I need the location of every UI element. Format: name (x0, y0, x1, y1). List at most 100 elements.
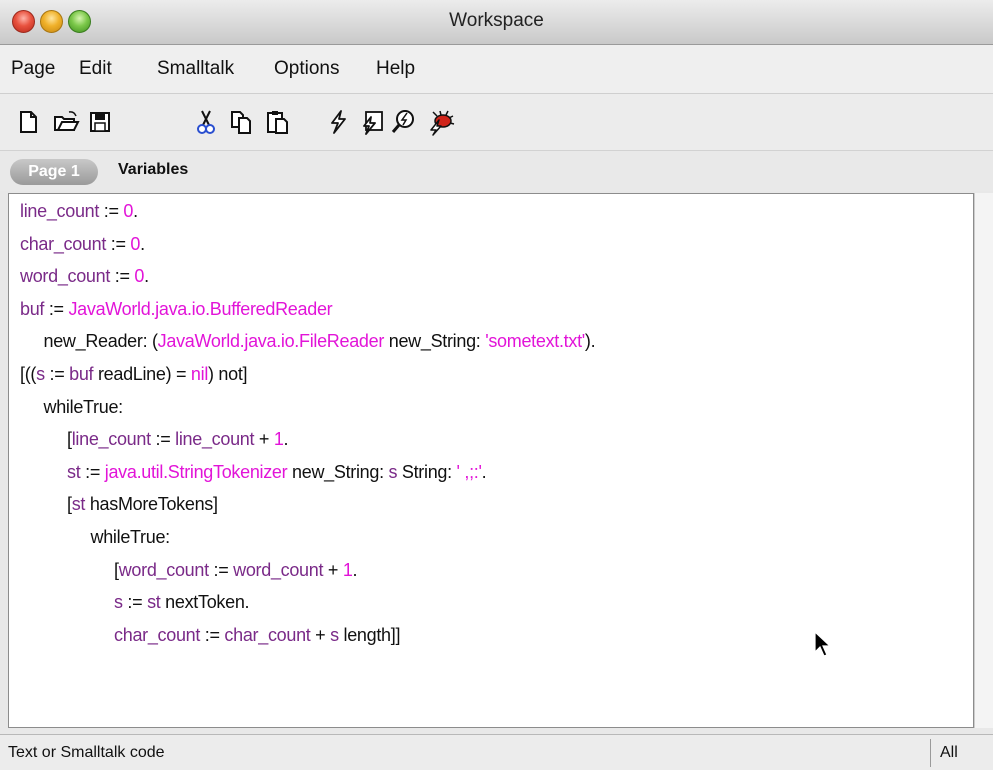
menu-page[interactable]: Page (11, 58, 55, 80)
copy-icon[interactable] (227, 108, 255, 136)
code-token: := (44, 298, 69, 319)
code-token: := (122, 592, 148, 613)
code-line: st := java.util.StringTokenizer new_Stri… (20, 461, 487, 482)
new-page-icon[interactable] (14, 108, 42, 136)
code-line: [st hasMoreTokens] (20, 494, 218, 514)
code-token: char_count (20, 233, 107, 254)
code-token: new_Reader: ( (20, 331, 158, 352)
code-token: s (330, 624, 339, 645)
workspace-window: Workspace Page Edit Smalltalk Options He… (0, 0, 993, 770)
code-line: new_Reader: (JavaWorld.java.io.FileReade… (20, 331, 596, 352)
status-bar: Text or Smalltalk code All (0, 734, 993, 770)
code-token: hasMoreTokens] (85, 494, 218, 515)
code-token: + (323, 559, 343, 580)
debug-it-icon[interactable] (427, 108, 455, 136)
code-token: 0 (123, 201, 134, 221)
code-token: buf (69, 364, 94, 384)
toolbar (0, 94, 993, 151)
mouse-pointer-icon (814, 630, 832, 657)
page-tab-bar: Page 1 Variables (0, 151, 993, 191)
code-token: line_count (71, 429, 151, 450)
window-title: Workspace (449, 10, 544, 31)
vertical-scrollbar[interactable] (974, 193, 993, 728)
title-bar: Workspace (0, 0, 993, 45)
code-token: s (36, 364, 45, 384)
do-it-icon[interactable] (324, 108, 352, 136)
status-mode: All (940, 744, 958, 761)
code-line: whileTrue: (20, 527, 171, 547)
code-token: := (106, 233, 131, 254)
code-token: := (208, 559, 234, 580)
code-token: . (352, 559, 358, 580)
inspect-it-icon[interactable] (390, 108, 418, 136)
code-token: java.util.StringTokenizer (104, 461, 288, 482)
code-line: whileTrue: (20, 396, 124, 417)
code-token: := (150, 429, 176, 450)
menu-options[interactable]: Options (274, 58, 339, 80)
code-token: 0 (130, 233, 141, 254)
code-line: char_count := char_count + s length]] (20, 625, 400, 645)
code-token: 1 (273, 429, 284, 450)
code-token: 0 (134, 266, 145, 287)
code-token: whileTrue: (20, 396, 124, 417)
code-line: [((s := buf readLine) = nil) not] (20, 364, 248, 384)
code-token: 'sometext.txt' (485, 331, 585, 352)
code-token: word_count (118, 559, 209, 580)
code-token: . (144, 266, 149, 287)
menu-smalltalk[interactable]: Smalltalk (157, 58, 234, 80)
status-text: Text or Smalltalk code (8, 744, 165, 761)
code-token: new_String: (287, 461, 389, 482)
code-token: := (200, 624, 225, 645)
code-token: nextToken. (160, 592, 250, 613)
code-token: 1 (342, 559, 353, 580)
code-token: new_String: (384, 331, 486, 352)
print-it-icon[interactable] (358, 108, 386, 136)
code-token: := (44, 364, 70, 384)
menu-bar: Page Edit Smalltalk Options Help (0, 45, 993, 94)
code-token: nil (190, 364, 209, 384)
code-token: . (481, 461, 487, 482)
code-token: ' ,;:' (456, 461, 482, 482)
code-token: . (140, 233, 145, 254)
code-line: buf := JavaWorld.java.io.BufferedReader (20, 298, 333, 319)
code-token: line_count (20, 201, 100, 221)
code-token: ). (584, 331, 596, 352)
menu-edit[interactable]: Edit (79, 58, 112, 80)
code-line: word_count := 0. (20, 266, 149, 286)
tab-page-1[interactable]: Page 1 (10, 159, 98, 185)
paste-icon[interactable] (264, 108, 292, 136)
code-token: := (110, 266, 135, 287)
code-token: . (133, 201, 138, 221)
code-token: st (147, 592, 161, 613)
code-token: s (388, 461, 398, 482)
code-token: char_count (224, 624, 311, 645)
code-token: length]] (338, 624, 401, 645)
code-line: line_count := 0. (20, 201, 138, 221)
code-line: [line_count := line_count + 1. (20, 429, 289, 450)
code-token: word_count (233, 559, 324, 580)
code-token: . (283, 429, 289, 450)
code-line: s := st nextToken. (20, 592, 250, 613)
open-folder-icon[interactable] (52, 108, 80, 136)
code-token: whileTrue: (20, 527, 171, 547)
code-token: s (114, 592, 123, 613)
code-token: := (99, 201, 124, 221)
code-token: + (310, 624, 331, 645)
tab-variables[interactable]: Variables (118, 161, 188, 179)
code-token: line_count (175, 429, 255, 450)
code-token: JavaWorld.java.io.BufferedReader (68, 298, 333, 319)
code-token: + (254, 429, 274, 450)
code-line: [word_count := word_count + 1. (20, 559, 358, 580)
code-token: := (80, 461, 105, 482)
code-token: [(( (20, 364, 37, 384)
code-token: st (71, 494, 86, 515)
save-icon[interactable] (86, 108, 114, 136)
menu-help[interactable]: Help (376, 58, 415, 80)
code-token: word_count (20, 266, 111, 287)
code-token: [ (20, 429, 72, 450)
code-token: String: (397, 461, 457, 482)
cut-icon[interactable] (192, 108, 220, 136)
